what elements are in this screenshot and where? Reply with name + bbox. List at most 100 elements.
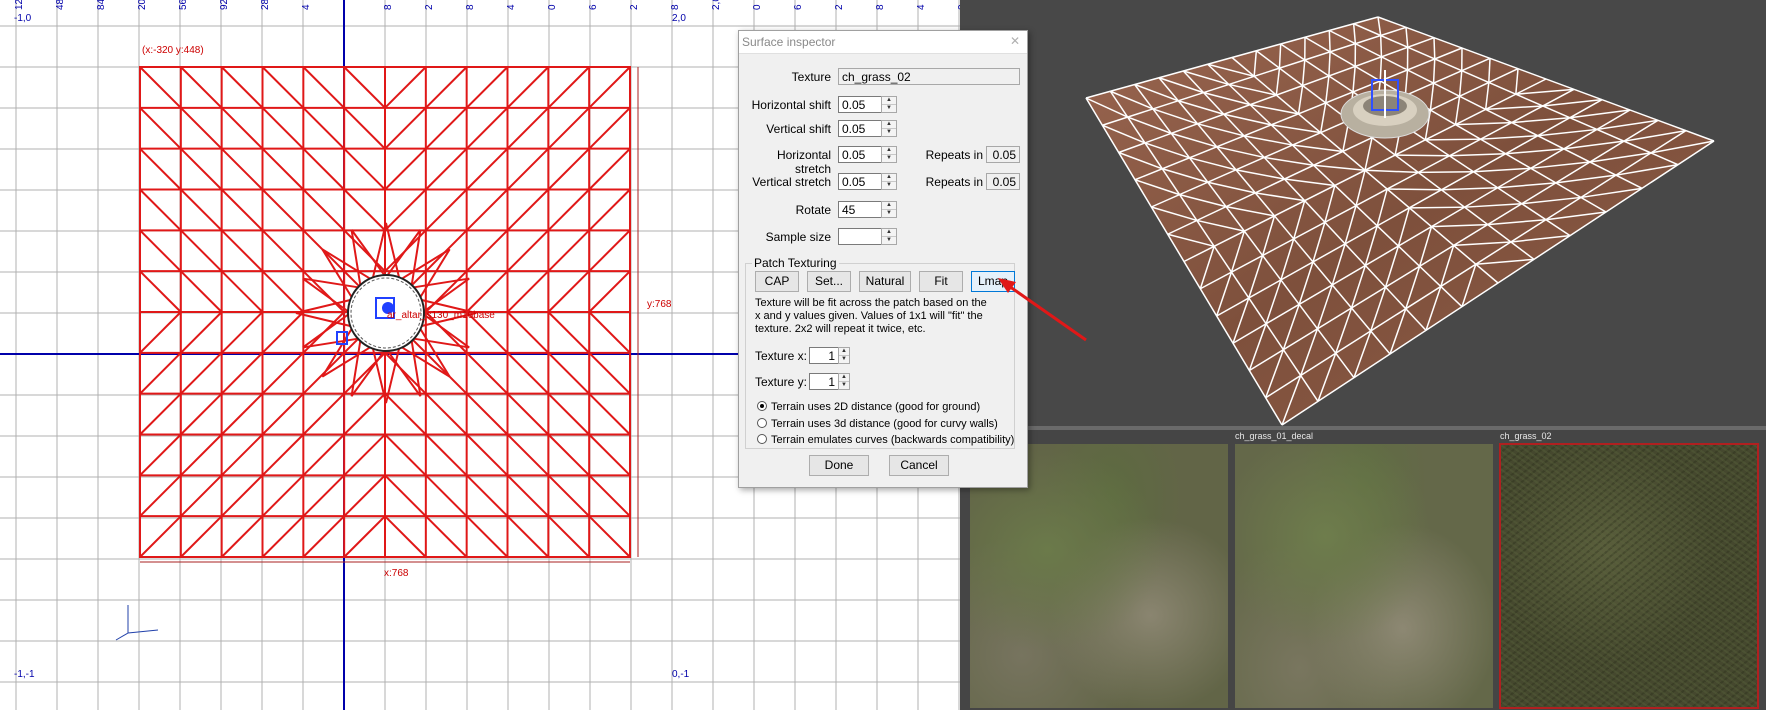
spin-up-icon[interactable]: ▲: [839, 348, 849, 356]
camera-view[interactable]: [960, 0, 1766, 426]
patch-diagonal: [139, 147, 182, 191]
vertical-stretch-spinner[interactable]: ▲ ▼: [881, 173, 897, 190]
camera-canvas[interactable]: [960, 0, 1766, 426]
patch-diagonal: [220, 352, 264, 395]
spin-down-icon[interactable]: ▼: [839, 382, 849, 389]
spin-down-icon[interactable]: ▼: [882, 105, 896, 112]
ruler-tick-label: 20: [137, 0, 148, 10]
patch-diagonal: [588, 352, 631, 395]
patch-diagonal: [547, 66, 590, 109]
patch-diagonal: [139, 270, 182, 313]
patch-diagonal: [261, 433, 305, 477]
patch-diagonal: [384, 474, 427, 517]
ruler-tick-label: 28: [260, 0, 271, 10]
set-button[interactable]: Set...: [807, 271, 851, 292]
close-icon[interactable]: ✕: [1007, 34, 1023, 49]
patch-diagonal: [588, 229, 631, 272]
radio-icon[interactable]: [757, 418, 767, 428]
texture-tile-3-selected[interactable]: ch_grass_02: [1499, 431, 1759, 709]
patch-diagonal: [343, 515, 386, 558]
horizontal-shift-spinner[interactable]: ▲ ▼: [881, 96, 897, 113]
dialog-titlebar[interactable]: Surface inspector ✕: [739, 31, 1027, 54]
rotate-input[interactable]: 45: [838, 201, 882, 218]
patch-diagonal: [302, 107, 345, 150]
horizontal-stretch-input[interactable]: 0.05: [838, 146, 882, 163]
horizontal-repeats-value: 0.05: [986, 146, 1020, 163]
patch-diagonal: [220, 188, 264, 232]
spin-up-icon[interactable]: ▲: [882, 202, 896, 210]
radio-icon[interactable]: [757, 434, 767, 444]
rotate-spinner[interactable]: ▲ ▼: [881, 201, 897, 218]
texture-browser[interactable]: ch_grass_02_decal ch_grass_01_decal gras…: [960, 430, 1766, 710]
radio-label: Terrain uses 2D distance (good for groun…: [771, 401, 981, 413]
spin-up-icon[interactable]: ▲: [882, 147, 896, 155]
rotate-label: Rotate: [795, 203, 831, 217]
patch-diagonal: [343, 392, 386, 436]
done-button[interactable]: Done: [809, 455, 869, 476]
patch-diagonal: [547, 352, 590, 395]
texture-x-spinner[interactable]: ▲ ▼: [838, 347, 850, 364]
fit-button[interactable]: Fit: [919, 271, 963, 292]
cap-button[interactable]: CAP: [755, 271, 799, 292]
patch-diagonal: [384, 147, 427, 191]
patch-diagonal: [506, 229, 550, 272]
ruler-tick-label: 8: [670, 4, 681, 10]
surface-inspector-dialog[interactable]: Surface inspector ✕ Texture ch_grass_02 …: [738, 30, 1028, 488]
spin-up-icon[interactable]: ▲: [839, 374, 849, 382]
spin-up-icon[interactable]: ▲: [882, 229, 896, 237]
patch-diagonal: [506, 392, 550, 436]
spin-up-icon[interactable]: ▲: [882, 97, 896, 105]
horizontal-stretch-label: Horizontal stretch: [776, 148, 831, 176]
sample-size-spinner[interactable]: ▲ ▼: [881, 228, 897, 245]
patch-diagonal: [547, 107, 590, 150]
sample-size-input[interactable]: [838, 228, 882, 245]
patch-diagonal: [465, 107, 509, 150]
texture-y-spinner[interactable]: ▲ ▼: [838, 373, 850, 390]
spin-down-icon[interactable]: ▼: [882, 129, 896, 136]
spin-down-icon[interactable]: ▼: [882, 237, 896, 244]
patch-diagonal: [139, 66, 182, 109]
patch-diagonal: [506, 474, 550, 517]
texture-x-input[interactable]: 1: [809, 347, 839, 364]
spin-down-icon[interactable]: ▼: [882, 155, 896, 162]
texture-y-input[interactable]: 1: [809, 373, 839, 390]
spin-down-icon[interactable]: ▼: [882, 182, 896, 189]
radio-selected-icon[interactable]: [757, 401, 767, 411]
patch-diagonal: [506, 311, 550, 354]
patch-diagonal: [302, 433, 345, 477]
spin-up-icon[interactable]: ▲: [882, 121, 896, 129]
patch-diagonal: [220, 147, 264, 191]
patch-diagonal: [506, 433, 550, 477]
ruler-tick-label: 4: [916, 4, 927, 10]
radio-terrain-curves[interactable]: Terrain emulates curves (backwards compa…: [757, 434, 1014, 446]
texture-tile-2[interactable]: ch_grass_01_decal grass01_mud: [1235, 431, 1493, 708]
wire-edge: [1433, 37, 1436, 60]
patch-diagonal: [302, 515, 345, 558]
natural-button[interactable]: Natural: [859, 271, 911, 292]
patch-diagonal: [425, 188, 468, 232]
ruler-tick-label: 6: [793, 4, 804, 10]
patch-diagonal: [547, 392, 590, 436]
radio-terrain-3d[interactable]: Terrain uses 3d distance (good for curvy…: [757, 418, 998, 430]
patch-diagonal: [261, 352, 305, 395]
patch-diagonal: [261, 107, 305, 150]
horizontal-shift-input[interactable]: 0.05: [838, 96, 882, 113]
lmap-button[interactable]: Lmap: [971, 271, 1015, 292]
texture-swatch[interactable]: [1499, 443, 1759, 709]
spin-down-icon[interactable]: ▼: [839, 356, 849, 363]
vertical-shift-spinner[interactable]: ▲ ▼: [881, 120, 897, 137]
patch-diagonal: [302, 147, 345, 191]
vertical-stretch-input[interactable]: 0.05: [838, 173, 882, 190]
wire-edge: [1379, 35, 1383, 57]
texture-swatch[interactable]: [1235, 444, 1493, 708]
ruler-tick-label: 0: [752, 4, 763, 10]
radio-terrain-2d[interactable]: Terrain uses 2D distance (good for groun…: [757, 401, 980, 413]
texture-name-field[interactable]: ch_grass_02: [838, 68, 1020, 85]
patch-diagonal: [343, 107, 386, 150]
vertical-shift-input[interactable]: 0.05: [838, 120, 882, 137]
cancel-button[interactable]: Cancel: [889, 455, 949, 476]
spin-down-icon[interactable]: ▼: [882, 210, 896, 217]
patch-diagonal: [547, 311, 590, 354]
spin-up-icon[interactable]: ▲: [882, 174, 896, 182]
horizontal-stretch-spinner[interactable]: ▲ ▼: [881, 146, 897, 163]
